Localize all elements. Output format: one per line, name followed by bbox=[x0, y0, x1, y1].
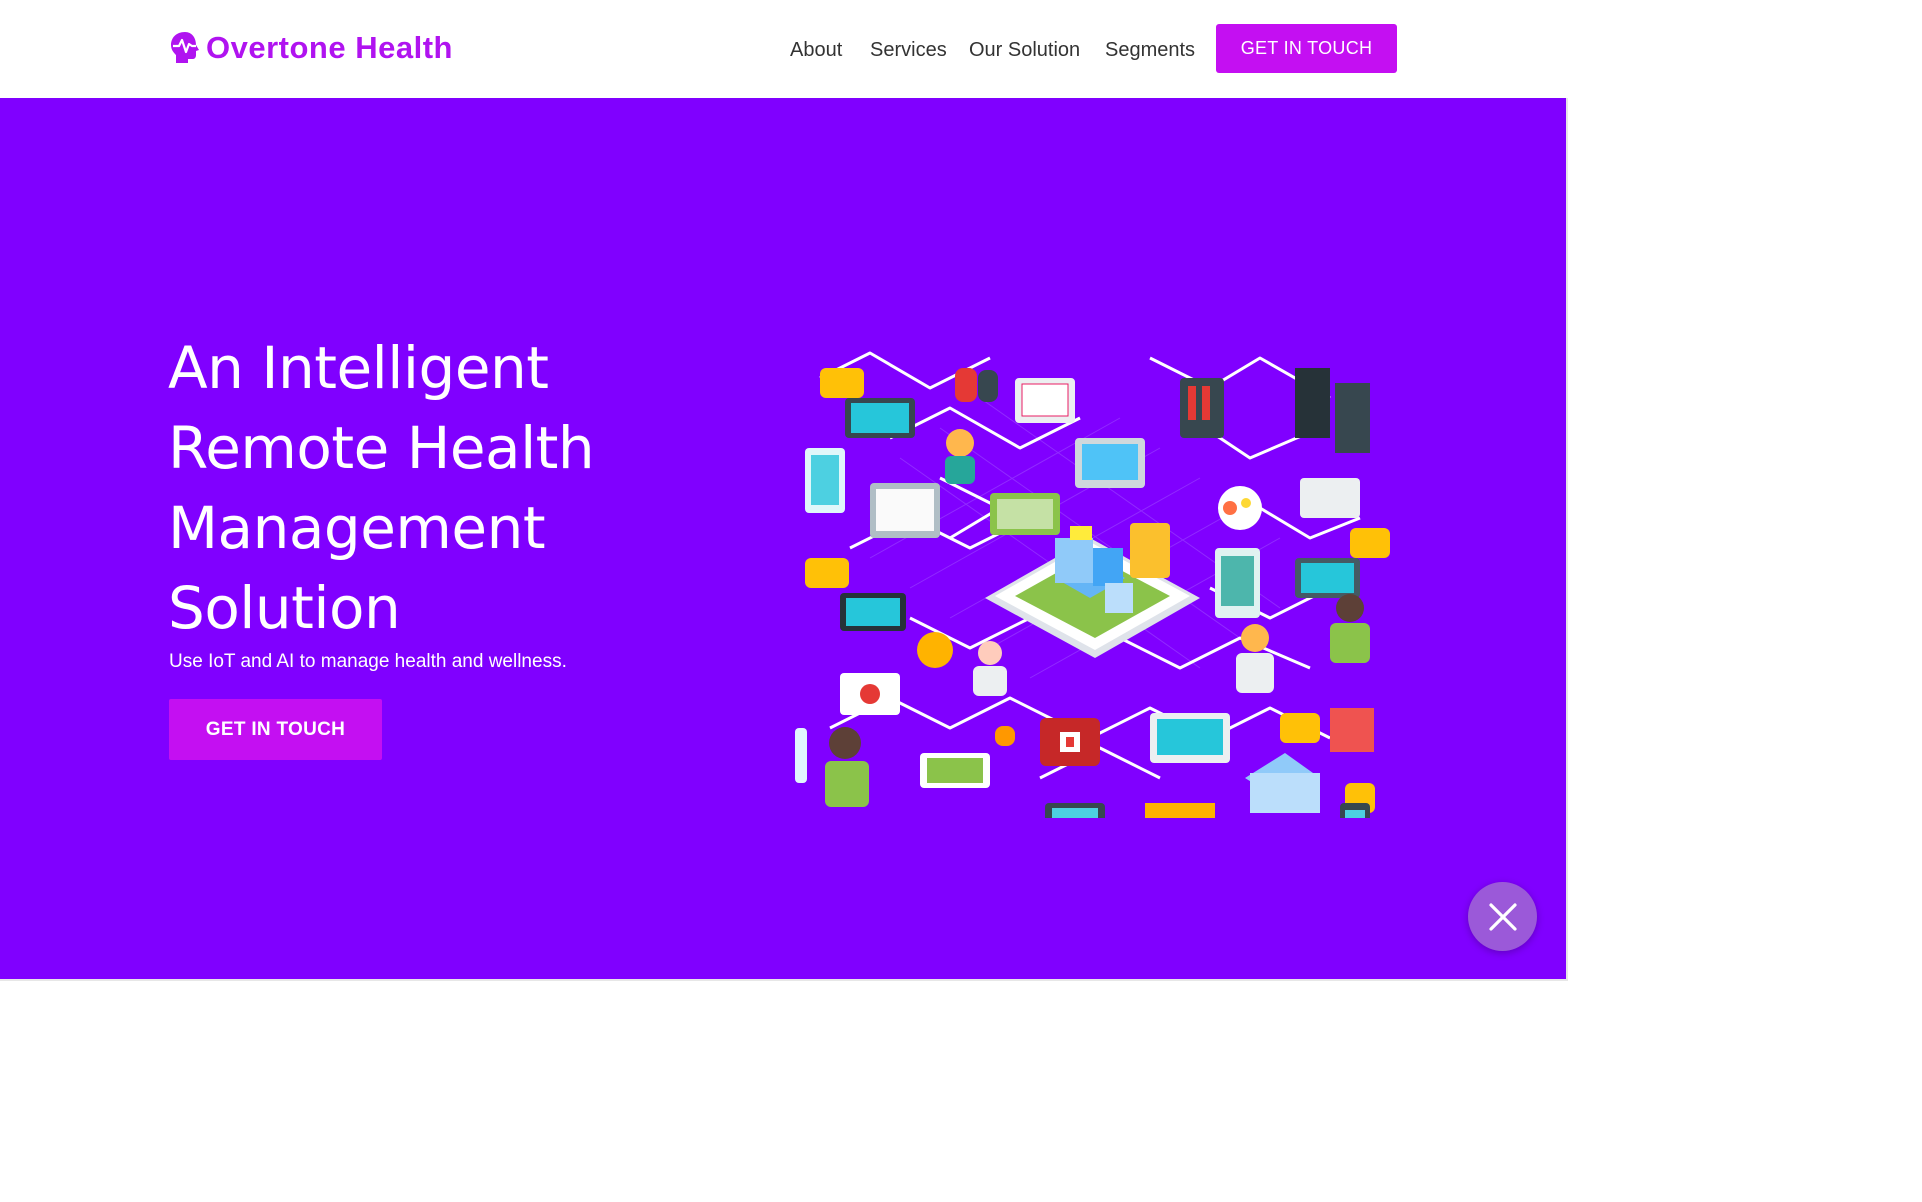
nav-link-segments[interactable]: Segments bbox=[1105, 38, 1195, 62]
healthcare-network-illustration bbox=[795, 351, 1390, 818]
heart-head-logo-icon bbox=[171, 32, 199, 63]
hero-title-line: Remote Health bbox=[168, 414, 595, 482]
hero-title-line: Management bbox=[168, 494, 546, 562]
hero-subtitle: Use IoT and AI to manage health and well… bbox=[169, 651, 567, 672]
get-in-touch-hero-button[interactable]: GET IN TOUCH bbox=[169, 699, 382, 760]
nav-link-about[interactable]: About bbox=[790, 38, 842, 62]
brand-logo[interactable]: Overtone Health bbox=[168, 30, 453, 66]
hero-title-line: Solution bbox=[168, 574, 401, 642]
hero-title-line: An Intelligent bbox=[168, 334, 549, 402]
get-in-touch-nav-button[interactable]: GET IN TOUCH bbox=[1216, 24, 1397, 73]
chat-close-button[interactable] bbox=[1468, 882, 1537, 951]
nav-link-services[interactable]: Services bbox=[870, 38, 947, 62]
top-navbar: Overtone Health About Services Our Solut… bbox=[0, 0, 1568, 98]
page-edge-right bbox=[1566, 98, 1568, 981]
nav-link-our-solution[interactable]: Our Solution bbox=[969, 38, 1080, 62]
hero-title: An Intelligent Remote Health Management … bbox=[168, 328, 728, 648]
brand-name: Overtone Health bbox=[206, 30, 453, 65]
page-edge-bottom bbox=[0, 979, 1568, 981]
hero-section: An Intelligent Remote Health Management … bbox=[0, 98, 1566, 979]
close-icon bbox=[1488, 902, 1517, 931]
